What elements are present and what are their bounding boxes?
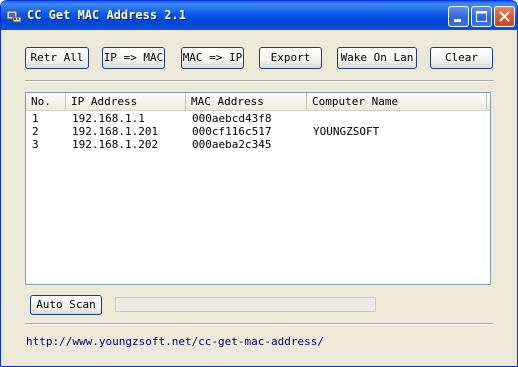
cell-computer-name [309,112,313,125]
app-window: CC Get MAC Address 2.1 Retr All IP => MA… [0,0,518,367]
close-button[interactable] [494,6,515,27]
column-header-ip[interactable]: IP Address [66,93,186,110]
cell-no: 2 [32,125,39,138]
column-header-no[interactable]: No. [26,93,66,110]
maximize-icon [476,11,487,22]
close-icon [499,11,510,22]
title-bar[interactable]: CC Get MAC Address 2.1 [1,1,517,30]
list-header: No. IP Address MAC Address Computer Name [26,93,490,111]
cell-no: 3 [32,138,39,151]
footer-separator [25,323,493,325]
mac-to-ip-button[interactable]: MAC => IP [181,47,244,69]
table-row[interactable]: 3 192.168.1.202 000aeba2c345 [26,138,490,151]
toolbar-separator [25,80,493,82]
cell-ip: 192.168.1.201 [72,125,159,138]
cell-ip: 192.168.1.1 [72,112,145,125]
table-row[interactable]: 2 192.168.1.201 000cf116c517 YOUNGZSOFT [26,125,490,138]
retr-all-button[interactable]: Retr All [25,47,89,69]
cell-mac: 000cf116c517 [192,125,272,138]
column-header-computer-name[interactable]: Computer Name [307,93,487,110]
minimize-icon [454,19,461,22]
minimize-button[interactable] [448,6,469,27]
homepage-link[interactable]: http://www.youngzsoft.net/cc-get-mac-add… [26,335,324,348]
column-header-mac[interactable]: MAC Address [186,93,307,110]
maximize-button[interactable] [471,6,492,27]
cell-computer-name [309,138,313,151]
wake-on-lan-button[interactable]: Wake On Lan [337,47,417,69]
cell-no: 1 [32,112,39,125]
clear-button[interactable]: Clear [430,47,493,69]
cell-mac: 000aeba2c345 [192,138,272,151]
network-card-icon [6,10,22,23]
cell-mac: 000aebcd43f8 [192,112,272,125]
table-row[interactable]: 1 192.168.1.1 000aebcd43f8 [26,112,490,125]
auto-scan-button[interactable]: Auto Scan [30,295,102,315]
mac-address-list[interactable]: No. IP Address MAC Address Computer Name… [25,92,491,285]
ip-to-mac-button[interactable]: IP => MAC [102,47,165,69]
export-button[interactable]: Export [259,47,322,69]
scan-progress-bar [115,297,376,312]
window-title: CC Get MAC Address 2.1 [27,8,186,22]
cell-computer-name: YOUNGZSOFT [313,125,380,138]
cell-ip: 192.168.1.202 [72,138,159,151]
